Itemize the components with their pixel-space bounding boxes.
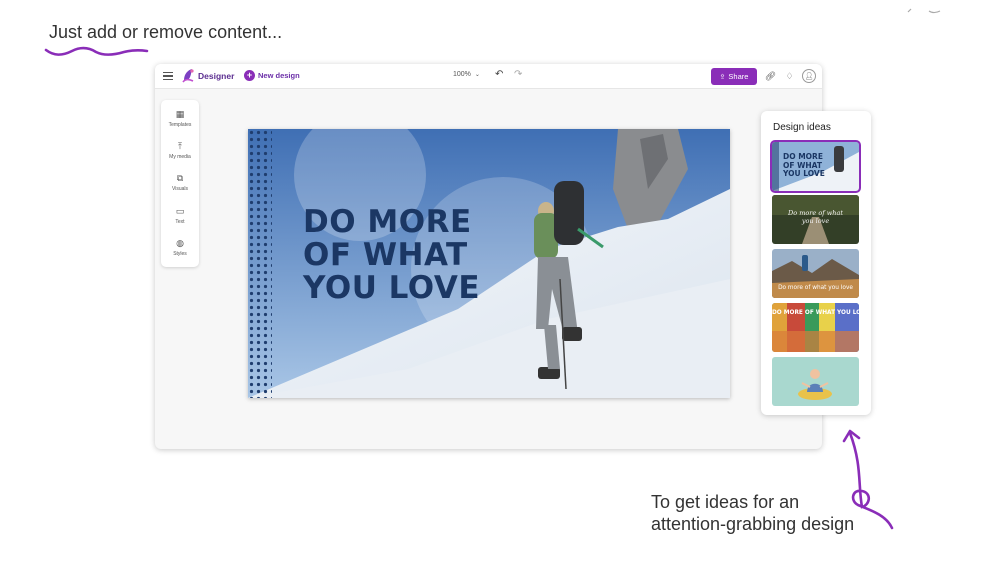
caption-top: Just add or remove content... [49,22,283,42]
shapes-icon: ⧉ [176,173,184,183]
caption-bottom: To get ideas for an attention-grabbing d… [651,491,854,535]
thumbnail-image [772,357,859,406]
zoom-value: 100% [453,71,471,78]
design-idea-thumbnail-1[interactable]: DO MORE OF WHAT YOU LOVE [770,140,861,193]
design-idea-thumbnail-4[interactable]: DO MORE OF WHAT YOU LOVE [772,303,859,352]
headline-line: YOU LOVE [303,270,480,306]
share-label: Share [728,72,749,81]
zoom-dropdown[interactable]: 100% ⌄ [453,71,480,78]
headline-line: OF WHAT [303,237,468,273]
design-ideas-panel: Design ideas DO MORE OF WHAT YOU LOVE Do… [761,111,871,415]
templates-icon: ▦ [175,109,185,119]
left-tool-rail: ▦ Templates ⤒ My media ⧉ Visuals ▭ Text … [161,100,199,267]
new-design-label: New design [258,71,300,80]
design-ideas-title: Design ideas [773,122,831,133]
rail-label: Styles [173,251,187,257]
thumb-text: DO MORE OF WHAT YOU LOVE [772,310,859,316]
designer-logo[interactable]: Designer [182,68,234,83]
link-icon[interactable]: 🔗︎ [764,70,777,83]
plus-icon: + [244,70,255,81]
rail-label: My media [169,154,191,160]
upload-icon: ⤒ [178,141,182,151]
caption-line: To get ideas for an [651,492,800,512]
avatar[interactable]: 👤︎ [802,69,816,83]
redo-icon[interactable]: ↷ [514,69,522,80]
rail-item-my-media[interactable]: ⤒ My media [161,140,199,160]
chevron-down-icon: ⌄ [474,72,480,78]
canvas-headline[interactable]: DO MORE OF WHAT YOU LOVE [303,206,480,305]
design-idea-thumbnail-5[interactable] [772,357,859,406]
text-icon: ▭ [175,206,185,216]
rail-item-visuals[interactable]: ⧉ Visuals [161,172,199,192]
rail-label: Templates [168,122,192,128]
caption-line: attention-grabbing design [651,514,855,534]
designer-app-window: Designer + New design 100% ⌄ ↶ ↷ ⇪ Share… [155,64,822,449]
thumb-text: Do more of what you love [778,285,853,291]
brand-name: Designer [198,70,235,81]
share-button[interactable]: ⇪ Share [711,68,757,85]
thumb-text: you love [801,217,830,225]
top-toolbar: Designer + New design 100% ⌄ ↶ ↷ ⇪ Share… [155,64,822,89]
design-canvas[interactable]: DO MORE OF WHAT YOU LOVE [248,129,730,398]
share-icon: ⇪ [719,73,726,81]
rail-item-templates[interactable]: ▦ Templates [161,108,199,128]
design-idea-thumbnail-3[interactable]: Do more of what you love [772,249,859,298]
notifications-icon[interactable]: ♢ [783,70,796,83]
squiggle-underline [44,46,149,56]
rail-label: Visuals [171,186,189,192]
new-design-button[interactable]: + New design [244,70,300,81]
undo-icon[interactable]: ↶ [495,69,503,80]
design-idea-thumbnail-2[interactable]: Do more of what you love [772,195,859,244]
rail-item-text[interactable]: ▭ Text [161,205,199,225]
thumb-text: YOU LOVE [783,169,825,178]
corner-scribble [907,8,941,14]
designer-logo-icon [182,69,194,83]
headline-line: DO MORE [303,204,472,240]
menu-icon[interactable] [163,70,173,82]
rail-label: Text [175,219,185,225]
palette-icon: ◍ [176,238,184,248]
thumb-text: Do more of what [788,209,843,217]
rail-item-styles[interactable]: ◍ Styles [161,237,199,257]
curly-arrow-icon [842,429,894,530]
